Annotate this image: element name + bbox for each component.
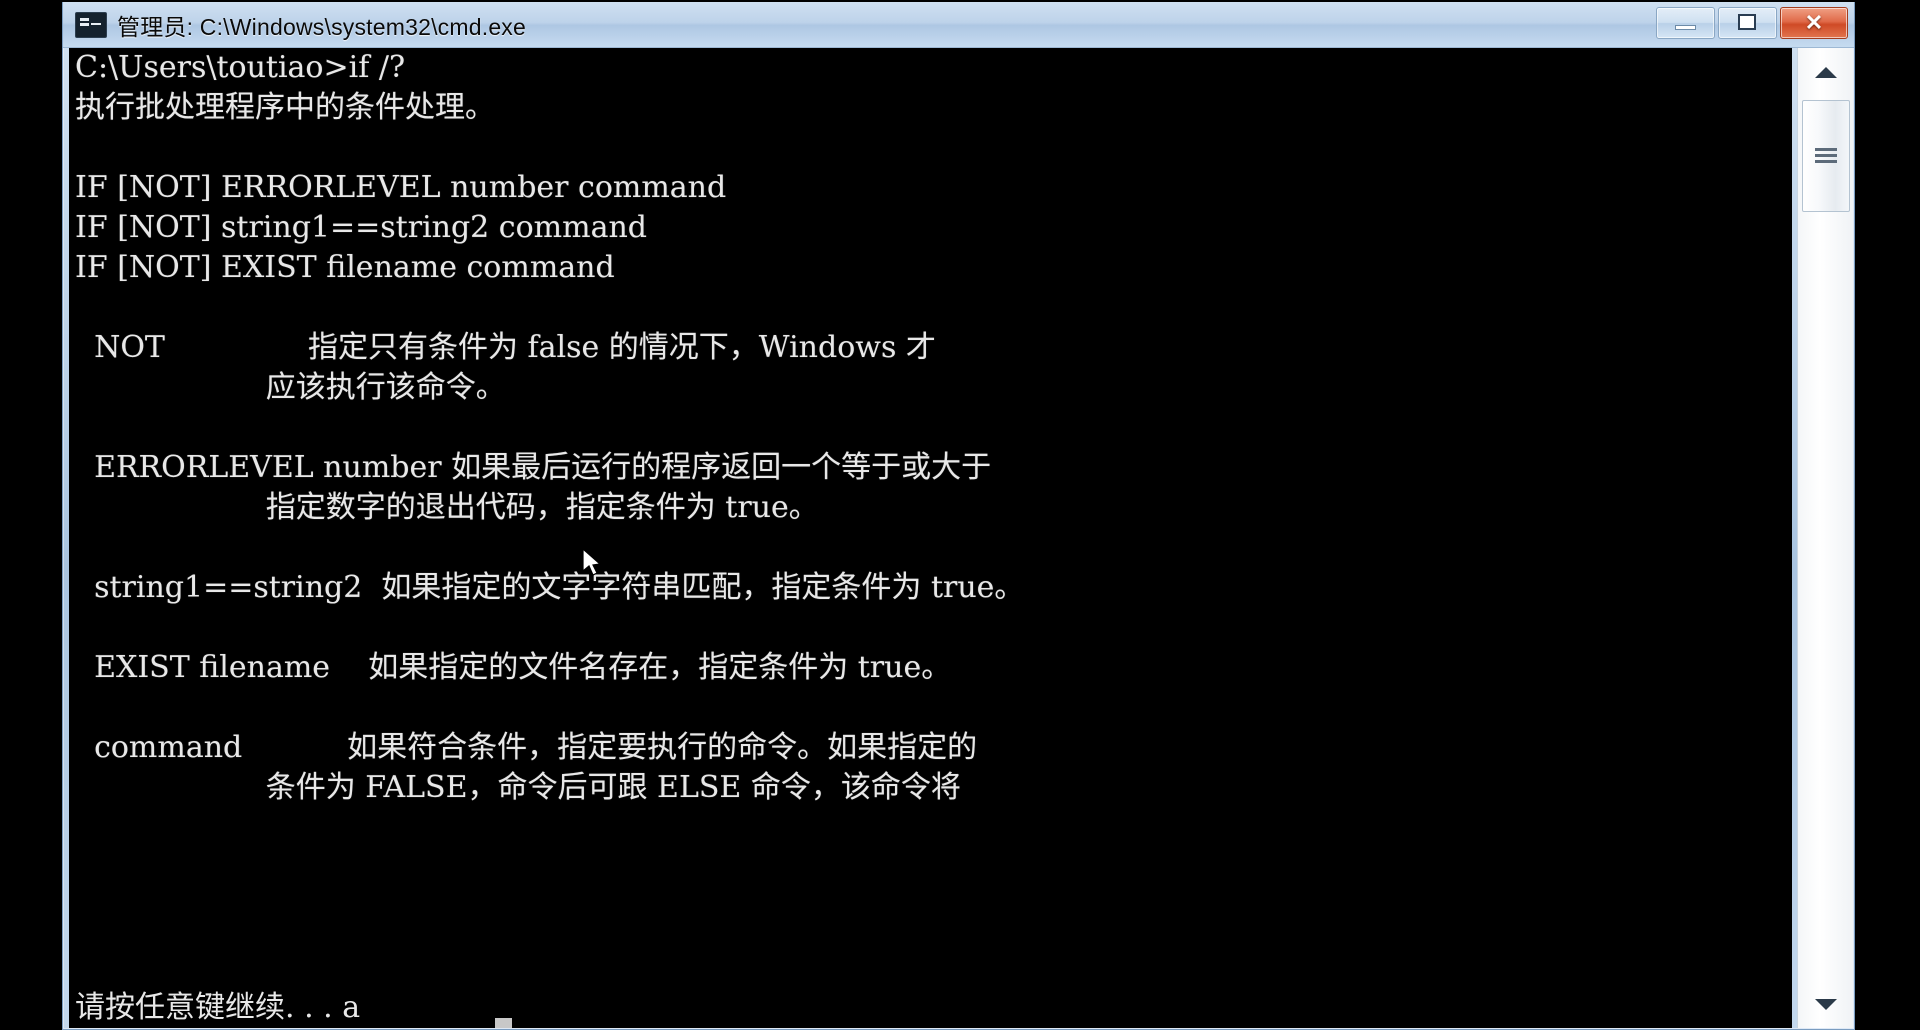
pause-text: 请按任意键继续. . . a [75,990,361,1025]
scrollbar-grip-icon [1815,148,1837,164]
text-cursor [495,1018,512,1028]
window-title: 管理员: C:\Windows\system32\cmd.exe [117,13,527,40]
cmd-window: 管理员: C:\Windows\system32\cmd.exe ✕ C:\Us… [62,2,1855,1030]
scroll-down-arrow-icon[interactable] [1798,980,1853,1028]
close-icon: ✕ [1804,10,1824,35]
maximize-button[interactable] [1718,7,1777,39]
console-scrollbar[interactable] [1797,48,1853,1028]
close-button[interactable]: ✕ [1780,7,1848,39]
chevron-down-icon [1814,998,1837,1010]
chevron-up-icon [1814,66,1837,78]
console-icon [75,11,107,38]
console-text: C:\Users\toutiao>if /? 执行批处理程序中的条件处理。 IF… [75,50,1025,805]
window-titlebar[interactable]: 管理员: C:\Windows\system32\cmd.exe ✕ [63,2,1854,48]
scrollbar-thumb[interactable] [1802,100,1850,212]
desktop-background: 管理员: C:\Windows\system32\cmd.exe ✕ C:\Us… [0,0,1920,1030]
console-output-area[interactable]: C:\Users\toutiao>if /? 执行批处理程序中的条件处理。 IF… [69,48,1792,1028]
scroll-up-arrow-icon[interactable] [1798,48,1853,96]
console-pause-line: 请按任意键继续. . . a [75,988,360,1028]
window-controls: ✕ [1656,7,1848,39]
minimize-button[interactable] [1656,7,1715,39]
